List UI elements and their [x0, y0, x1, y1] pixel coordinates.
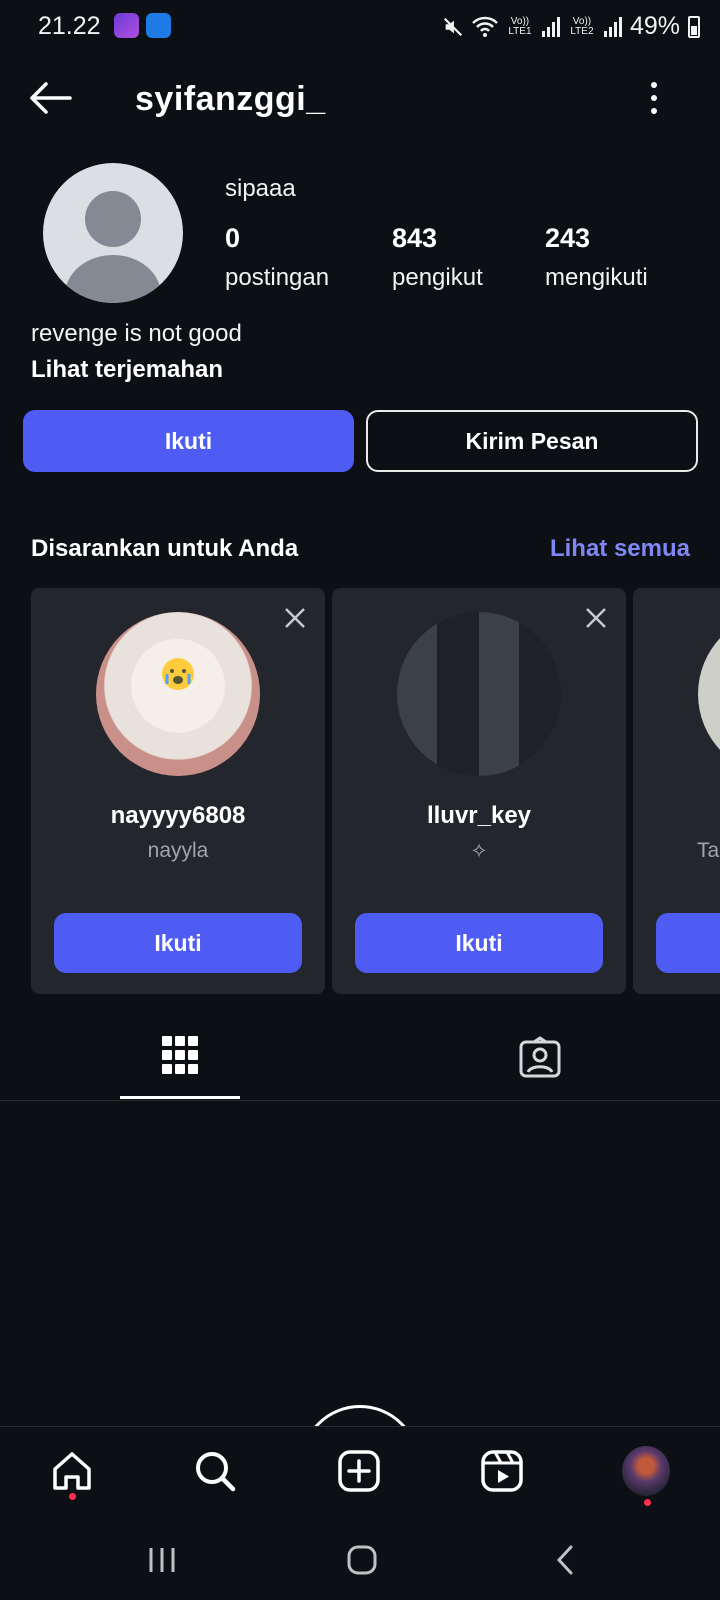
suggestion-card[interactable]: nayyyy6808 nayyla Ikuti	[31, 588, 325, 994]
suggestion-follow-button[interactable]	[656, 913, 720, 973]
stat-label: postingan	[225, 264, 330, 291]
create-icon	[338, 1450, 380, 1492]
nav-reels[interactable]	[478, 1447, 526, 1495]
see-all-link[interactable]: Lihat semua	[550, 535, 690, 563]
message-button[interactable]: Kirim Pesan	[366, 410, 698, 472]
home-icon	[53, 1452, 91, 1490]
close-icon	[285, 608, 305, 628]
suggestion-card-partial[interactable]: Ta	[633, 588, 720, 994]
tagged-icon	[519, 1036, 561, 1078]
lte1-label: Vo)) LTE1	[508, 15, 532, 37]
profile-header: syifanzggi_	[0, 70, 720, 126]
tab-posts-grid[interactable]	[60, 1020, 300, 1096]
search-icon	[196, 1452, 236, 1492]
bottom-nav	[0, 1426, 720, 1516]
system-navigation	[0, 1516, 720, 1600]
suggestion-username: lluvr_key	[426, 802, 532, 829]
grid-icon	[162, 1036, 198, 1074]
dismiss-button[interactable]	[584, 606, 608, 630]
page-title: syifanzggi_	[135, 80, 326, 118]
more-options-button[interactable]	[644, 78, 664, 118]
stat-posts[interactable]: 0 postingan	[225, 223, 329, 292]
arrow-left-icon	[30, 82, 72, 114]
status-indicators: Vo)) LTE1 Vo)) LTE2 49%	[442, 12, 700, 41]
bio-text: revenge is not good	[31, 320, 242, 347]
suggestion-follow-button[interactable]: Ikuti	[355, 913, 603, 973]
signal-icon	[541, 16, 560, 37]
stat-label: mengikuti	[545, 264, 648, 291]
crying-emoji-icon	[162, 658, 194, 690]
suggestion-subtitle: Ta	[697, 839, 720, 862]
nav-search[interactable]	[191, 1447, 239, 1495]
suggestion-avatar[interactable]	[698, 612, 720, 776]
stat-followers[interactable]: 843 pengikut	[392, 223, 483, 292]
display-name: sipaaa	[225, 175, 296, 202]
lte2-label: Vo)) LTE2	[570, 15, 594, 37]
avatar-placeholder-body	[65, 255, 161, 303]
suggestion-username: nayyyy6808	[110, 802, 246, 829]
app-notification-icon	[114, 13, 139, 38]
active-tab-indicator	[120, 1096, 240, 1099]
notification-dot	[644, 1499, 651, 1506]
back-nav-button[interactable]	[545, 1542, 585, 1578]
suggestion-subtitle: ✧	[470, 840, 488, 863]
suggestions-title: Disarankan untuk Anda	[31, 535, 299, 562]
stat-value: 0	[225, 223, 241, 253]
app-notification-icon	[146, 13, 171, 38]
suggestion-avatar[interactable]	[397, 612, 561, 776]
nav-home[interactable]	[48, 1447, 96, 1495]
more-dot-icon	[651, 82, 657, 88]
more-dot-icon	[651, 95, 657, 101]
close-icon	[586, 608, 606, 628]
reels-icon	[481, 1450, 523, 1492]
mute-icon	[443, 17, 463, 36]
recent-apps-button[interactable]	[142, 1542, 182, 1578]
divider	[0, 1100, 720, 1101]
home-button[interactable]	[342, 1542, 382, 1578]
follow-button[interactable]: Ikuti	[23, 410, 354, 472]
home-circle-icon	[347, 1545, 377, 1575]
stat-value: 243	[545, 223, 591, 253]
status-time: 21.22	[38, 12, 101, 40]
chevron-left-icon	[556, 1545, 573, 1575]
recents-icon	[149, 1548, 175, 1572]
stat-following[interactable]: 243 mengikuti	[545, 223, 648, 292]
status-bar: 21.22 Vo)) LTE1 Vo)) LTE2 49%	[0, 0, 720, 56]
profile-avatar-small	[622, 1446, 670, 1496]
dismiss-button[interactable]	[283, 606, 307, 630]
tab-tagged[interactable]	[420, 1020, 660, 1096]
notification-dot	[69, 1493, 76, 1500]
suggestion-avatar[interactable]	[96, 612, 260, 776]
more-dot-icon	[651, 108, 657, 114]
suggestion-subtitle: nayyla	[147, 839, 209, 862]
nav-profile[interactable]	[622, 1446, 670, 1496]
stat-value: 843	[392, 223, 438, 253]
battery-icon	[688, 15, 700, 38]
battery-percent: 49%	[629, 12, 680, 40]
wifi-icon	[472, 16, 498, 37]
see-translation-link[interactable]: Lihat terjemahan	[31, 356, 223, 384]
suggestion-follow-button[interactable]: Ikuti	[54, 913, 302, 973]
avatar-placeholder-head	[85, 191, 141, 247]
signal-icon	[603, 16, 622, 37]
stat-label: pengikut	[392, 264, 483, 291]
suggestion-card[interactable]: lluvr_key ✧ Ikuti	[332, 588, 626, 994]
profile-avatar[interactable]	[43, 163, 183, 303]
nav-create[interactable]	[335, 1447, 383, 1495]
back-button[interactable]	[28, 76, 76, 120]
